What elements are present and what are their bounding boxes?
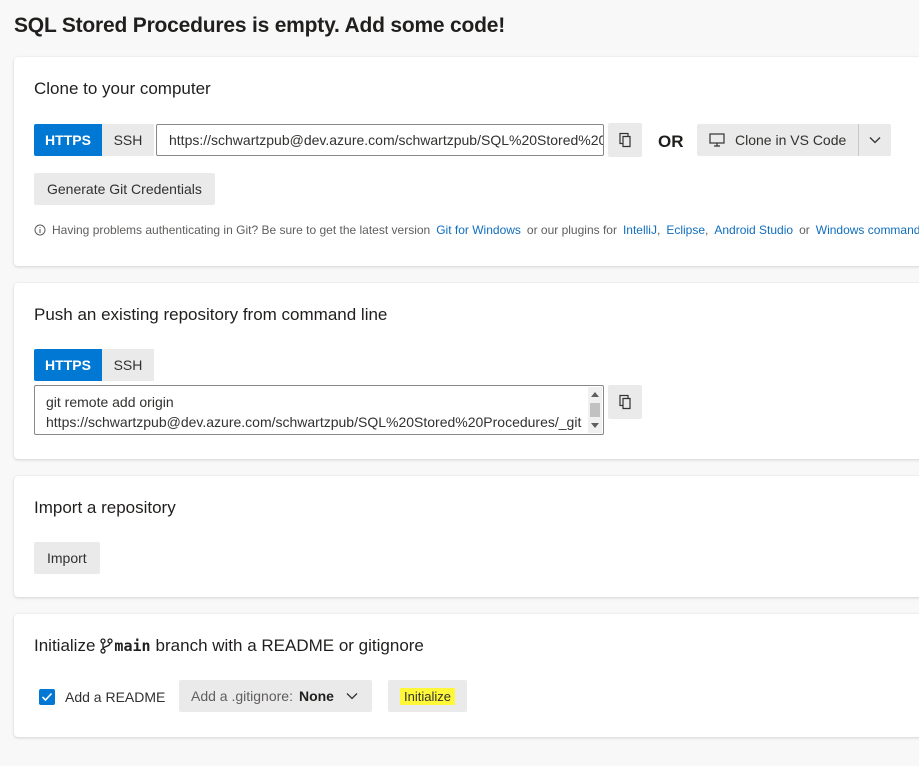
push-title: Push an existing repository from command…: [34, 305, 388, 324]
copy-push-commands-button[interactable]: [608, 385, 642, 419]
gitignore-dropdown[interactable]: Add a .gitignore: None: [179, 680, 372, 712]
scroll-up-arrow[interactable]: [591, 392, 599, 397]
clone-vscode-split-button: Clone in VS Code: [697, 124, 892, 156]
copy-icon: [619, 394, 631, 410]
scroll-thumb[interactable]: [590, 403, 600, 417]
comma-1: ,: [656, 223, 661, 237]
gitignore-value: None: [298, 688, 334, 704]
add-readme-label[interactable]: Add a README: [65, 689, 165, 705]
command-line-2: https://schwartzpub@dev.azure.com/schwar…: [46, 414, 582, 430]
copy-clone-url-button[interactable]: [608, 123, 642, 157]
initialize-title-suffix: branch with a README or gitignore: [155, 636, 424, 655]
clone-protocol-toggle: HTTPS SSH: [34, 124, 154, 156]
android-studio-link[interactable]: Android Studio: [714, 223, 793, 237]
textarea-scrollbar[interactable]: [588, 387, 602, 433]
branch-icon: [100, 638, 114, 654]
page-title: SQL Stored Procedures is empty. Add some…: [14, 14, 506, 37]
checkmark-icon: [41, 692, 53, 702]
push-ssh-tab[interactable]: SSH: [102, 349, 154, 381]
initialize-title: Initialize main branch with a README or …: [34, 636, 424, 656]
chevron-down-icon: [346, 693, 358, 700]
initialize-card: Initialize main branch with a README or …: [14, 614, 919, 737]
initialize-title-prefix: Initialize: [34, 636, 96, 655]
comma-2: ,: [705, 223, 709, 237]
clone-title: Clone to your computer: [34, 79, 211, 98]
clone-https-tab[interactable]: HTTPS: [34, 124, 102, 156]
add-readme-checkbox[interactable]: [39, 689, 55, 705]
clone-url-field[interactable]: https://schwartzpub@dev.azure.com/schwar…: [156, 124, 604, 156]
gitignore-prefix: Add a .gitignore:: [191, 688, 293, 704]
help-prefix: Having problems authenticating in Git? B…: [52, 223, 431, 237]
branch-name: main: [114, 637, 151, 655]
scroll-down-arrow[interactable]: [591, 423, 599, 428]
command-line-1: git remote add origin: [46, 394, 174, 410]
generate-git-credentials-button[interactable]: Generate Git Credentials: [34, 173, 215, 205]
import-title: Import a repository: [34, 498, 176, 517]
chevron-down-icon: [869, 137, 881, 144]
eclipse-link[interactable]: Eclipse: [666, 223, 705, 237]
copy-icon: [619, 132, 631, 148]
clone-options-dropdown[interactable]: [859, 124, 891, 156]
clone-ssh-tab[interactable]: SSH: [102, 124, 154, 156]
import-card: Import a repository Import: [14, 476, 919, 597]
push-protocol-toggle: HTTPS SSH: [34, 349, 154, 381]
help-or: or: [799, 223, 810, 237]
initialize-button[interactable]: Initialize: [388, 680, 467, 712]
push-commands-textarea[interactable]: git remote add origin https://schwartzpu…: [34, 385, 604, 435]
info-icon: [34, 224, 46, 236]
clone-vscode-label: Clone in VS Code: [735, 132, 847, 148]
push-https-tab[interactable]: HTTPS: [34, 349, 102, 381]
initialize-label: Initialize: [400, 687, 455, 705]
push-card: Push an existing repository from command…: [14, 283, 919, 459]
clone-card: Clone to your computer HTTPS SSH https:/…: [14, 57, 919, 266]
clone-vscode-button[interactable]: Clone in VS Code: [697, 124, 858, 156]
import-button[interactable]: Import: [34, 542, 100, 574]
git-for-windows-link[interactable]: Git for Windows: [436, 223, 521, 237]
windows-command-line-link[interactable]: Windows command line: [816, 223, 919, 237]
monitor-icon: [709, 133, 725, 147]
help-middle: or our plugins for: [526, 223, 617, 237]
or-label: OR: [658, 132, 684, 151]
auth-help-text: Having problems authenticating in Git? B…: [34, 223, 919, 237]
intellij-link[interactable]: IntelliJ: [623, 223, 657, 237]
